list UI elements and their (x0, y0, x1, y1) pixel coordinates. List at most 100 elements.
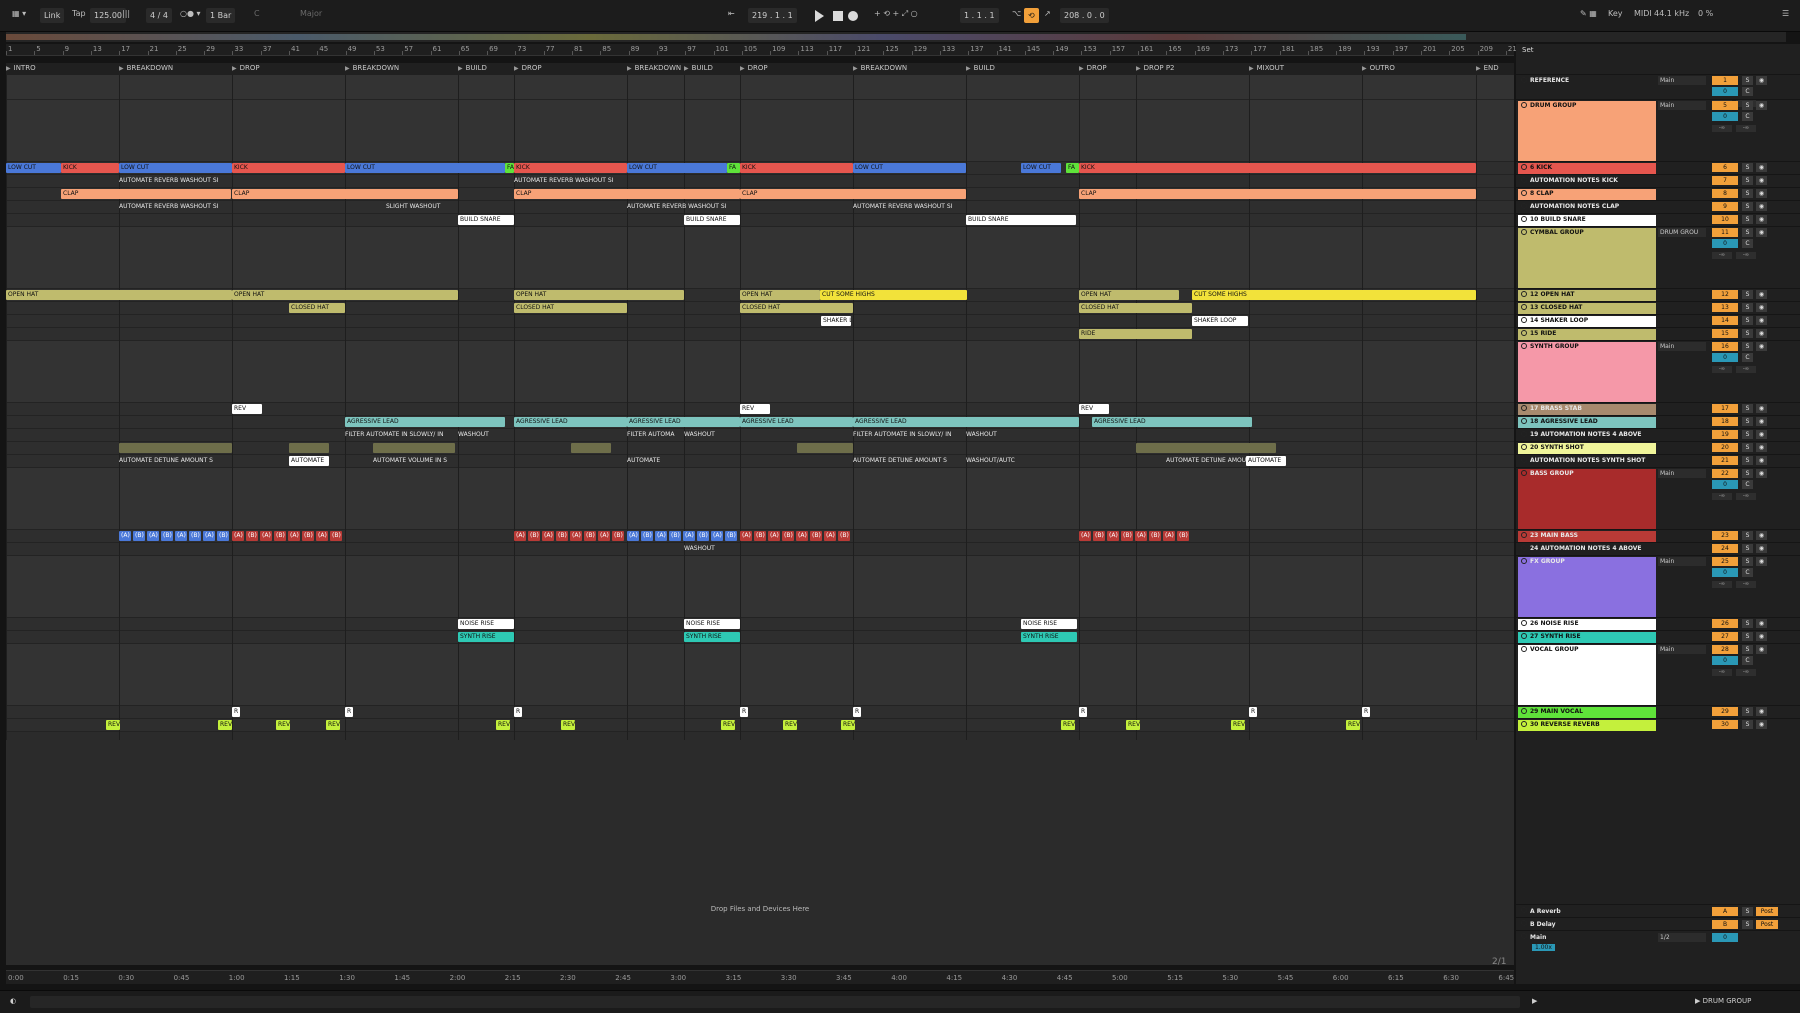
clip[interactable]: REV (276, 720, 290, 730)
play-button[interactable] (815, 10, 824, 22)
track-routing[interactable]: Main (1658, 645, 1706, 654)
clip[interactable]: CLOSED HAT (1079, 303, 1192, 313)
track-number[interactable]: 30 (1712, 720, 1738, 729)
track-name[interactable]: 23 MAIN BASS (1518, 531, 1656, 542)
clip[interactable]: OPEN HAT (1079, 290, 1179, 300)
track-number[interactable]: 14 (1712, 316, 1738, 325)
key-map-button[interactable]: Key (1608, 9, 1623, 18)
clip[interactable]: RIDE (1079, 329, 1192, 339)
clip[interactable]: (B) (838, 531, 850, 541)
stop-button[interactable] (833, 11, 843, 21)
arm-button[interactable]: ◉ (1756, 720, 1767, 729)
arm-button[interactable]: ◉ (1756, 329, 1767, 338)
clip[interactable] (571, 443, 611, 453)
track-number[interactable]: 6 (1712, 163, 1738, 172)
track-name[interactable]: DRUM GROUP (1518, 101, 1656, 161)
track-name[interactable]: CYMBAL GROUP (1518, 228, 1656, 288)
solo-button[interactable]: S (1742, 417, 1753, 426)
locator-9[interactable]: BREAKDOWN (853, 64, 908, 72)
track-fold-icon[interactable] (1521, 907, 1527, 913)
clip[interactable]: KICK (514, 163, 627, 173)
track-row[interactable]: 26 NOISE RISE 26 S ◉ (1516, 617, 1800, 630)
clip[interactable]: (B) (584, 531, 596, 541)
arm-button[interactable]: ◉ (1756, 316, 1767, 325)
clip[interactable]: (B) (669, 531, 681, 541)
post-button[interactable]: Post (1756, 920, 1778, 929)
clip[interactable]: (B) (782, 531, 794, 541)
track-row[interactable]: SYNTH GROUP Main 16 S ◉ 0 C -∞ -∞ (1516, 340, 1800, 402)
clip[interactable]: KICK (1079, 163, 1476, 173)
clip[interactable]: AGRESSIVE LEAD (345, 417, 505, 427)
clip[interactable]: LOW CUT (119, 163, 232, 173)
track-number[interactable]: 25 (1712, 557, 1738, 566)
track-number[interactable]: 13 (1712, 303, 1738, 312)
clip[interactable] (119, 443, 232, 453)
track-row[interactable]: 15 RIDE 15 S ◉ (1516, 327, 1800, 340)
arm-button[interactable]: ◉ (1756, 531, 1767, 540)
track-fold-icon[interactable] (1521, 164, 1527, 170)
track-name[interactable]: BASS GROUP (1518, 469, 1656, 529)
metronome-icon[interactable]: ||| (122, 9, 130, 18)
clip[interactable]: BUILD SNARE (458, 215, 514, 225)
track-name[interactable]: 15 RIDE (1518, 329, 1656, 340)
loop-length-field[interactable]: 208 . 0 . 0 (1060, 8, 1109, 23)
track-routing[interactable]: Main (1658, 342, 1706, 351)
arm-button[interactable]: ◉ (1756, 163, 1767, 172)
clip[interactable]: (A) (1163, 531, 1175, 541)
return-number[interactable]: B (1712, 920, 1738, 929)
track-fold-icon[interactable] (1521, 190, 1527, 196)
clip[interactable]: (B) (133, 531, 145, 541)
punch-icon[interactable]: ⌥ (1012, 9, 1021, 18)
clip[interactable]: R (514, 707, 522, 717)
track-name[interactable]: 24 AUTOMATION NOTES 4 ABOVE (1518, 544, 1656, 555)
clip[interactable]: (A) (288, 531, 300, 541)
clip[interactable]: R (1249, 707, 1257, 717)
loop-button[interactable]: ⟲ (1024, 8, 1039, 23)
track-number[interactable]: 12 (1712, 290, 1738, 299)
track-fold-icon[interactable] (1521, 177, 1527, 183)
clip[interactable]: REV (1061, 720, 1075, 730)
clip[interactable]: CLAP (232, 189, 458, 199)
track-number[interactable]: 9 (1712, 202, 1738, 211)
clip[interactable]: CLOSED HAT (289, 303, 345, 313)
track-volume[interactable]: 0 (1712, 656, 1738, 665)
clip[interactable]: (B) (612, 531, 624, 541)
solo-button[interactable]: S (1742, 430, 1753, 439)
solo-button[interactable]: S (1742, 215, 1753, 224)
clip[interactable]: (B) (556, 531, 568, 541)
clip[interactable]: SHAKER LOOP (1192, 316, 1248, 326)
clip[interactable]: SHAKER LOOP (821, 316, 851, 326)
locator-4[interactable]: BUILD (458, 64, 487, 72)
clip[interactable]: CLAP (514, 189, 740, 199)
pencil-icon[interactable]: ✎ ▦ (1580, 9, 1597, 18)
solo-button[interactable]: S (1742, 707, 1753, 716)
track-number[interactable]: 19 (1712, 430, 1738, 439)
clip[interactable]: R (345, 707, 353, 717)
track-routing[interactable]: Main (1658, 557, 1706, 566)
clip[interactable]: REV (232, 404, 262, 414)
clip[interactable] (1136, 443, 1276, 453)
status-icon[interactable]: ◐ (10, 997, 16, 1005)
clip[interactable]: OPEN HAT (6, 290, 232, 300)
clip[interactable]: (B) (330, 531, 342, 541)
solo-button[interactable]: S (1742, 303, 1753, 312)
arm-button[interactable]: ◉ (1756, 76, 1767, 85)
clip[interactable]: (A) (824, 531, 836, 541)
solo-button[interactable]: S (1742, 202, 1753, 211)
solo-button[interactable]: S (1742, 619, 1753, 628)
track-fold-icon[interactable] (1521, 708, 1527, 714)
track-fold-icon[interactable] (1521, 343, 1527, 349)
clip[interactable]: (B) (697, 531, 709, 541)
tempo-field[interactable]: 125.00 (90, 8, 126, 23)
solo-button[interactable]: S (1742, 456, 1753, 465)
track-row[interactable]: VOCAL GROUP Main 28 S ◉ 0 C -∞ -∞ (1516, 643, 1800, 705)
clip[interactable]: (A) (598, 531, 610, 541)
locator-14[interactable]: OUTRO (1362, 64, 1395, 72)
clip[interactable]: CLAP (1079, 189, 1476, 199)
arm-button[interactable]: ◉ (1756, 303, 1767, 312)
pan-button[interactable]: C (1742, 353, 1753, 362)
track-row[interactable]: AUTOMATION NOTES CLAP 9 S ◉ (1516, 200, 1800, 213)
locator-6[interactable]: BREAKDOWN (627, 64, 682, 72)
tap-button[interactable]: Tap (72, 9, 86, 18)
track-name[interactable]: FX GROUP (1518, 557, 1656, 617)
